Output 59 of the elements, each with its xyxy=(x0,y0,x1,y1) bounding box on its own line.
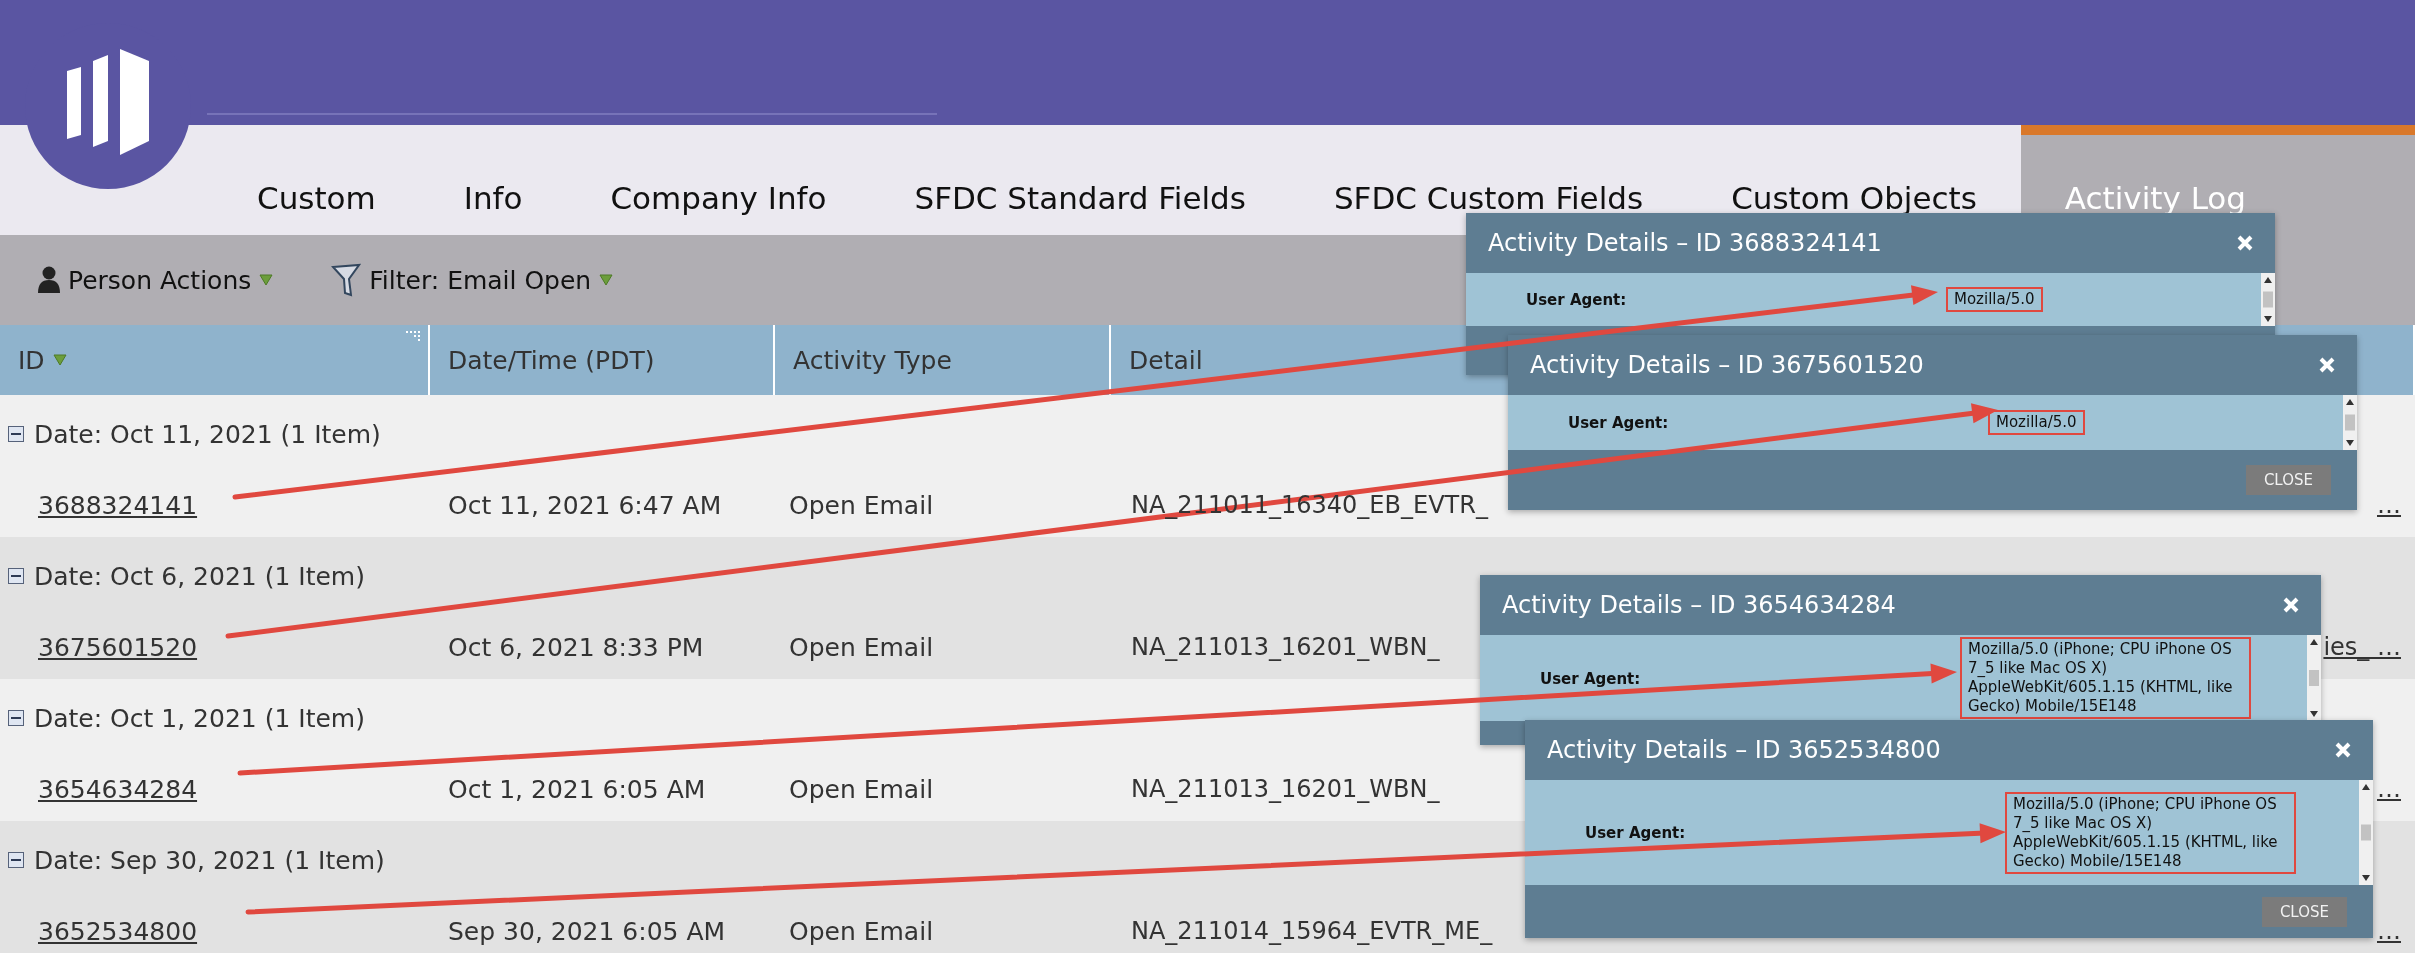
tab[interactable]: Company Info xyxy=(566,125,871,235)
id-link[interactable]: 3654634284 xyxy=(38,774,198,804)
collapse-icon[interactable] xyxy=(8,568,24,584)
id-link[interactable]: 3652534800 xyxy=(38,916,198,946)
table-cell: Oct 11, 2021 6:47 AM xyxy=(448,490,722,520)
user-agent-value: Mozilla/5.0 (iPhone; CPU iPhone OS 7_5 like Mac OS X) AppleWebKit/605.1.15 (KHTML, like Gecko) Mobile/15E148 xyxy=(1960,637,2251,719)
table-cell: NA_211014_15964_EVTR_ME_ xyxy=(1131,917,1493,945)
close-button[interactable]: CLOSE xyxy=(2245,465,2331,495)
detail-link[interactable]: ies_ … xyxy=(2323,633,2401,661)
table-cell: Oct 1, 2021 6:05 AM xyxy=(448,774,706,804)
caret-icon xyxy=(259,274,274,286)
tab[interactable]: SFDC Standard Fields xyxy=(870,125,1290,235)
group-label: Date: Sep 30, 2021 (1 Item) xyxy=(34,845,385,875)
table-cell: NA_211013_16201_WBN_ xyxy=(1131,633,1440,661)
tab[interactable]: Info xyxy=(419,125,567,235)
id-link[interactable]: 3688324141 xyxy=(38,490,198,520)
close-icon[interactable] xyxy=(2319,357,2335,373)
dialog-title: Activity Details – ID 3654634284 xyxy=(1502,591,1896,619)
detail-link[interactable]: … xyxy=(2377,491,2401,519)
caret-icon xyxy=(599,274,614,286)
collapse-icon[interactable] xyxy=(8,426,24,442)
scrollbar[interactable] xyxy=(2261,273,2275,326)
close-icon[interactable] xyxy=(2335,742,2351,758)
dialog-title: Activity Details – ID 3652534800 xyxy=(1547,736,1941,764)
close-button[interactable]: CLOSE xyxy=(2261,896,2347,927)
table-cell: Oct 6, 2021 8:33 PM xyxy=(448,632,704,662)
filter-menu[interactable]: Filter: Email Open xyxy=(327,259,618,301)
scrollbar[interactable] xyxy=(2359,780,2373,885)
table-cell: Open Email xyxy=(789,632,934,662)
detail-link[interactable]: … xyxy=(2377,775,2401,803)
actions-menu[interactable]: Person Actions xyxy=(34,261,278,299)
group-label: Date: Oct 6, 2021 (1 Item) xyxy=(34,561,365,591)
table-cell: NA_211013_16201_WBN_ xyxy=(1131,775,1440,803)
collapse-icon[interactable] xyxy=(8,852,24,868)
user-agent-value: Mozilla/5.0 (iPhone; CPU iPhone OS 7_5 like Mac OS X) AppleWebKit/605.1.15 (KHTML, like Gecko) Mobile/15E148 xyxy=(2005,791,2296,874)
collapse-icon[interactable] xyxy=(8,710,24,726)
close-icon[interactable] xyxy=(2283,597,2299,613)
table-cell: Open Email xyxy=(789,774,934,804)
person-icon xyxy=(38,266,60,294)
user-agent-value: Mozilla/5.0 xyxy=(1946,287,2043,312)
dialog-title: Activity Details – ID 3688324141 xyxy=(1488,229,1882,257)
group-label: Date: Oct 11, 2021 (1 Item) xyxy=(34,419,381,449)
id-link[interactable]: 3675601520 xyxy=(38,632,198,662)
scrollbar[interactable] xyxy=(2343,395,2357,450)
scrollbar[interactable] xyxy=(2307,635,2321,721)
field-label: User Agent: xyxy=(1585,824,1686,842)
dialog-title: Activity Details – ID 3675601520 xyxy=(1530,351,1924,379)
field-label: User Agent: xyxy=(1526,291,1627,309)
field-label: User Agent: xyxy=(1540,669,1641,688)
tab[interactable]: Custom xyxy=(213,125,420,235)
filter-icon xyxy=(331,263,362,297)
field-label: User Agent: xyxy=(1568,414,1669,432)
table-cell: Open Email xyxy=(789,916,934,946)
table-cell: Open Email xyxy=(789,490,934,520)
user-agent-value: Mozilla/5.0 xyxy=(1988,410,2085,435)
table-cell: Sep 30, 2021 6:05 AM xyxy=(448,916,726,946)
close-icon[interactable] xyxy=(2237,235,2253,251)
detail-link[interactable]: … xyxy=(2377,917,2401,945)
group-label: Date: Oct 1, 2021 (1 Item) xyxy=(34,703,365,733)
